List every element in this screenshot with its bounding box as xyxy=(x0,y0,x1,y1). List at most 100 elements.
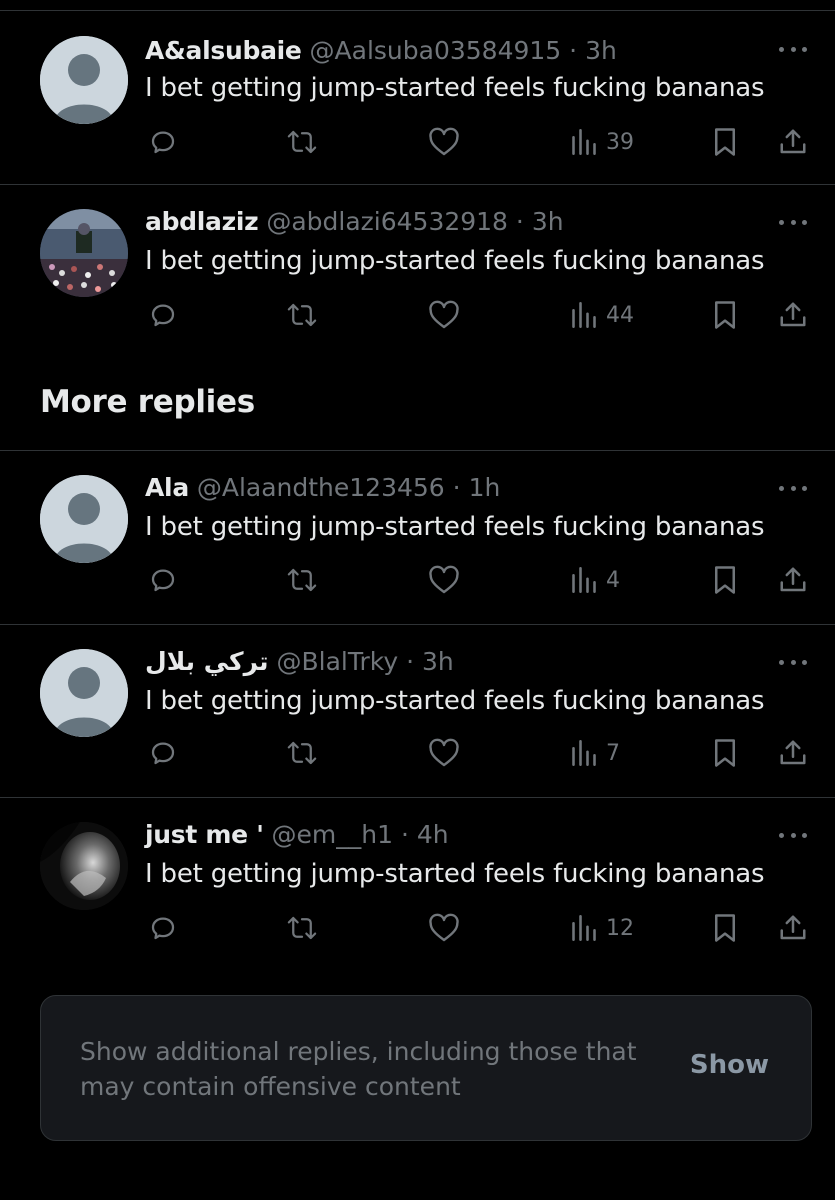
action-bar: 4 xyxy=(0,563,835,597)
retweet-button[interactable] xyxy=(285,736,319,770)
tweet-text: I bet getting jump-started feels fucking… xyxy=(145,512,765,542)
offensive-replies-notice: Show additional replies, including those… xyxy=(40,995,812,1141)
bookmark-button[interactable] xyxy=(712,298,738,332)
more-icon[interactable] xyxy=(779,217,807,227)
crowd-photo-avatar-icon xyxy=(40,209,128,297)
avatar[interactable] xyxy=(40,209,128,297)
share-button[interactable] xyxy=(778,563,808,597)
more-icon[interactable] xyxy=(779,483,807,493)
reply-button[interactable] xyxy=(148,563,178,597)
tweet-header: A&alsubaie @Aalsuba03584915 · 3h xyxy=(145,36,775,66)
action-bar: 39 xyxy=(0,125,835,159)
default-avatar-icon xyxy=(40,36,128,124)
timestamp[interactable]: 1h xyxy=(469,473,501,502)
timestamp[interactable]: 3h xyxy=(532,207,564,236)
separator-dot: · xyxy=(569,36,578,65)
bookmark-button[interactable] xyxy=(712,125,738,159)
separator-dot: · xyxy=(452,473,461,502)
tweet-header: Ala @Alaandthe123456 · 1h xyxy=(145,473,775,503)
timestamp[interactable]: 3h xyxy=(422,647,454,676)
separator-dot: · xyxy=(406,647,415,676)
like-button[interactable] xyxy=(428,298,460,332)
tweet-text: I bet getting jump-started feels fucking… xyxy=(145,246,765,276)
display-name[interactable]: just me ' xyxy=(145,820,264,849)
show-button[interactable]: Show xyxy=(690,1050,769,1080)
display-name[interactable]: تركي بلال xyxy=(145,647,269,676)
like-icon xyxy=(429,913,459,942)
reply-icon xyxy=(151,131,175,154)
user-handle[interactable]: @abdlazi64532918 xyxy=(266,207,508,236)
views-button[interactable]: 39 xyxy=(570,125,634,159)
user-handle[interactable]: @Aalsuba03584915 xyxy=(310,36,562,65)
like-button[interactable] xyxy=(428,125,460,159)
bookmark-button[interactable] xyxy=(712,563,738,597)
avatar[interactable] xyxy=(40,36,128,124)
share-button[interactable] xyxy=(778,736,808,770)
more-icon[interactable] xyxy=(779,44,807,54)
views-button[interactable]: 4 xyxy=(570,563,620,597)
reply-button[interactable] xyxy=(148,298,178,332)
bookmark-icon xyxy=(715,301,735,329)
reply-icon xyxy=(151,304,175,327)
dark-portrait-avatar-icon xyxy=(40,822,128,910)
user-handle[interactable]: @em__h1 xyxy=(272,820,393,849)
like-button[interactable] xyxy=(428,563,460,597)
views-button[interactable]: 7 xyxy=(570,736,620,770)
views-count: 4 xyxy=(606,567,620,593)
timestamp[interactable]: 3h xyxy=(585,36,617,65)
like-button[interactable] xyxy=(428,911,460,945)
user-handle[interactable]: @Alaandthe123456 xyxy=(197,473,445,502)
views-button[interactable]: 44 xyxy=(570,298,634,332)
more-icon[interactable] xyxy=(779,657,807,667)
default-avatar-icon xyxy=(40,475,128,563)
retweet-icon xyxy=(287,303,317,327)
reply-icon xyxy=(151,917,175,940)
bookmark-icon xyxy=(715,128,735,156)
avatar[interactable] xyxy=(40,822,128,910)
reply-tweet[interactable]: A&alsubaie @Aalsuba03584915 · 3h I bet g… xyxy=(0,12,835,185)
avatar[interactable] xyxy=(40,649,128,737)
reply-tweet[interactable]: abdlaziz @abdlazi64532918 · 3h I bet get… xyxy=(0,185,835,365)
timestamp[interactable]: 4h xyxy=(417,820,449,849)
tweet-header: تركي بلال @BlalTrky · 3h xyxy=(145,647,775,677)
like-icon xyxy=(429,738,459,767)
tweet-header: just me ' @em__h1 · 4h xyxy=(145,820,775,850)
share-button[interactable] xyxy=(778,911,808,945)
bookmark-icon xyxy=(715,739,735,767)
bookmark-icon xyxy=(715,914,735,942)
reply-tweet[interactable]: just me ' @em__h1 · 4h I bet getting jum… xyxy=(0,798,835,978)
like-button[interactable] xyxy=(428,736,460,770)
views-count: 7 xyxy=(606,740,620,766)
tweet-text: I bet getting jump-started feels fucking… xyxy=(145,73,765,103)
tweet-text: I bet getting jump-started feels fucking… xyxy=(145,686,765,716)
retweet-button[interactable] xyxy=(285,125,319,159)
display-name[interactable]: A&alsubaie xyxy=(145,36,302,65)
retweet-icon xyxy=(287,130,317,154)
default-avatar-icon xyxy=(40,649,128,737)
tweet-text: I bet getting jump-started feels fucking… xyxy=(145,859,765,889)
reply-button[interactable] xyxy=(148,736,178,770)
section-title: More replies xyxy=(40,384,255,420)
avatar[interactable] xyxy=(40,475,128,563)
display-name[interactable]: Ala xyxy=(145,473,189,502)
retweet-button[interactable] xyxy=(285,911,319,945)
bookmark-button[interactable] xyxy=(712,736,738,770)
views-button[interactable]: 12 xyxy=(570,911,634,945)
share-icon xyxy=(780,567,806,592)
retweet-button[interactable] xyxy=(285,298,319,332)
views-count: 39 xyxy=(606,129,634,155)
user-handle[interactable]: @BlalTrky xyxy=(277,647,399,676)
display-name[interactable]: abdlaziz xyxy=(145,207,259,236)
reply-tweet[interactable]: Ala @Alaandthe123456 · 1h I bet getting … xyxy=(0,451,835,625)
reply-tweet[interactable]: تركي بلال @BlalTrky · 3h I bet getting j… xyxy=(0,625,835,798)
bookmark-button[interactable] xyxy=(712,911,738,945)
views-icon xyxy=(572,567,596,593)
reply-button[interactable] xyxy=(148,911,178,945)
more-icon[interactable] xyxy=(779,830,807,840)
separator-dot: · xyxy=(400,820,409,849)
reply-button[interactable] xyxy=(148,125,178,159)
retweet-icon xyxy=(287,568,317,592)
retweet-button[interactable] xyxy=(285,563,319,597)
share-button[interactable] xyxy=(778,298,808,332)
share-button[interactable] xyxy=(778,125,808,159)
